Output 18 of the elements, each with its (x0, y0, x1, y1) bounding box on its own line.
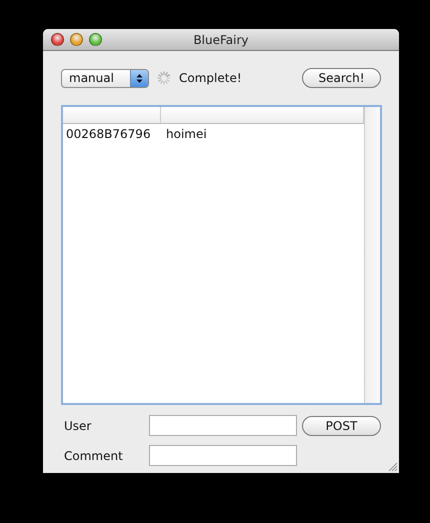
table-cell-text: hoimei (165, 126, 207, 140)
input-field[interactable] (149, 445, 297, 466)
spinner-icon (157, 71, 171, 85)
minimize-button[interactable] (70, 33, 83, 46)
stepper-arrows-icon (130, 70, 148, 86)
post-button[interactable]: POST (302, 416, 381, 436)
input-field[interactable] (149, 415, 297, 436)
status-text: Complete! (179, 71, 242, 85)
window-title: BlueFairy (193, 32, 249, 46)
mode-popup[interactable]: manual (61, 68, 149, 88)
field-label: Comment (63, 448, 124, 462)
resize-grip-icon[interactable] (387, 461, 398, 472)
close-button[interactable] (51, 33, 64, 46)
zoom-button[interactable] (89, 33, 102, 46)
scroll-bar[interactable] (364, 107, 380, 403)
search-button[interactable]: Search! (302, 68, 381, 88)
field-label: User (63, 418, 92, 432)
table-cell-text: 00268B76796 (65, 126, 152, 140)
